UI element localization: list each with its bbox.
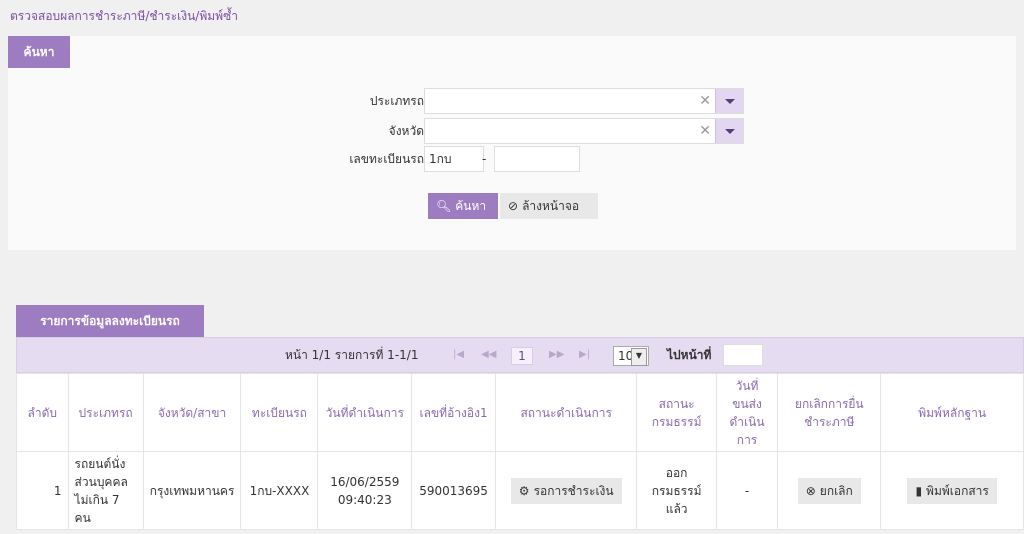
plate-row: เลขทะเบียนรถ 1กบ -	[8, 146, 1016, 172]
pending-payment-label: รอการชำระเงิน	[533, 483, 614, 498]
col-cancel: ยกเลิกการยื่นชำระภาษี	[777, 373, 882, 452]
close-circle-icon: ⊗	[805, 483, 816, 498]
col-transport-date: วันที่ขนส่งดำเนินการ	[715, 373, 779, 452]
clear-icon[interactable]: ✕	[699, 123, 711, 139]
cell-plate: 1กบ-XXXX	[240, 451, 319, 530]
province-label: จังหวัด	[388, 124, 424, 138]
breadcrumb: ตรวจสอบผลการชำระภาษี/ชำระเงิน/พิมพ์ซ้ำ	[10, 9, 238, 23]
col-print: พิมพ์หลักฐาน	[880, 373, 1024, 452]
clear-button-label: ล้างหน้าจอ	[522, 199, 580, 213]
col-policy-status: สถานะกรมธรรม์	[636, 373, 717, 452]
col-province: จังหวัด/สาขา	[142, 373, 242, 452]
cell-policy-status: ออกกรมธรรม์แล้ว	[636, 451, 717, 530]
col-status: สถานะดำเนินการ	[495, 373, 638, 452]
cell-transport-date: -	[715, 451, 779, 530]
search-panel: ค้นหา ประเภทรถ ✕ จังหวัด ✕ เลขทะเบียนรถ …	[8, 36, 1016, 250]
cell-vehicle-type: รถยนต์นั่งส่วนบุคคลไม่เกิน 7 คน	[67, 451, 144, 530]
col-date: วันที่ดำเนินการ	[317, 373, 413, 452]
search-tab: ค้นหา	[8, 36, 70, 68]
next-page-icon[interactable]: ▶▶	[549, 349, 564, 360]
table-header-row: ลำดับ ประเภทรถ จังหวัด/สาขา ทะเบียนรถ วั…	[16, 373, 1024, 452]
pager-text: หน้า 1/1 รายการที่ 1-1/1	[285, 348, 419, 362]
page-size-select[interactable]: 10	[613, 346, 649, 366]
cell-no: 1	[16, 451, 69, 530]
pending-payment-button[interactable]: ⚙ รอการชำระเงิน	[510, 477, 622, 504]
col-no: ลำดับ	[16, 373, 69, 452]
cancel-button[interactable]: ⊗ ยกเลิก	[797, 477, 861, 504]
gear-icon: ⚙	[518, 483, 530, 498]
vehicle-type-label: ประเภทรถ	[369, 94, 424, 108]
pager: หน้า 1/1 รายการที่ 1-1/1 |◀ ◀◀ 1 ▶▶ ▶| 1…	[16, 337, 1024, 373]
ban-icon: ⊘	[508, 199, 519, 213]
search-icon: 🔍︎	[436, 199, 452, 213]
cell-ref: 590013695	[411, 451, 497, 530]
clear-icon[interactable]: ✕	[699, 93, 711, 109]
vehicle-type-select[interactable]: ✕	[424, 88, 744, 114]
search-button-label: ค้นหา	[455, 199, 487, 213]
print-button-label: พิมพ์เอกสาร	[926, 483, 989, 498]
goto-page-input[interactable]	[723, 344, 763, 366]
col-ref: เลขที่อ้างอิง1	[411, 373, 497, 452]
last-page-icon[interactable]: ▶|	[579, 349, 590, 360]
plate-label: เลขทะเบียนรถ	[349, 152, 424, 166]
first-page-icon[interactable]: |◀	[453, 349, 464, 360]
chevron-down-icon[interactable]	[715, 119, 743, 143]
search-button[interactable]: 🔍︎ ค้นหา	[428, 193, 498, 219]
list-panel: รายการข้อมูลลงทะเบียนรถ หน้า 1/1 รายการท…	[16, 305, 1024, 530]
list-tab: รายการข้อมูลลงทะเบียนรถ	[16, 305, 204, 337]
vehicle-type-row: ประเภทรถ ✕	[8, 88, 1016, 114]
cell-status: ⚙ รอการชำระเงิน	[495, 451, 638, 530]
col-vehicle-type: ประเภทรถ	[67, 373, 144, 452]
table-row: 1 รถยนต์นั่งส่วนบุคคลไม่เกิน 7 คน กรุงเท…	[16, 451, 1024, 530]
goto-label: ไปหน้าที่	[667, 348, 712, 362]
cell-province: กรุงเทพมหานคร	[142, 451, 242, 530]
plate-number-input[interactable]	[494, 146, 580, 172]
plate-dash: -	[482, 152, 487, 166]
current-page[interactable]: 1	[511, 347, 533, 365]
cell-date: 16/06/2559 09:40:23	[317, 451, 413, 530]
results-table: ลำดับ ประเภทรถ จังหวัด/สาขา ทะเบียนรถ วั…	[16, 373, 1024, 530]
cell-print: ▮ พิมพ์เอกสาร	[880, 451, 1024, 530]
province-row: จังหวัด ✕	[8, 118, 1016, 144]
col-plate: ทะเบียนรถ	[240, 373, 319, 452]
province-select[interactable]: ✕	[424, 118, 744, 144]
clear-screen-button[interactable]: ⊘ ล้างหน้าจอ	[500, 193, 598, 219]
plate-prefix-input[interactable]: 1กบ	[424, 146, 484, 172]
cell-cancel: ⊗ ยกเลิก	[777, 451, 882, 530]
print-document-button[interactable]: ▮ พิมพ์เอกสาร	[907, 477, 997, 504]
prev-page-icon[interactable]: ◀◀	[481, 349, 496, 360]
book-icon: ▮	[915, 483, 923, 498]
chevron-down-icon[interactable]	[715, 89, 743, 113]
cancel-button-label: ยกเลิก	[819, 483, 853, 498]
